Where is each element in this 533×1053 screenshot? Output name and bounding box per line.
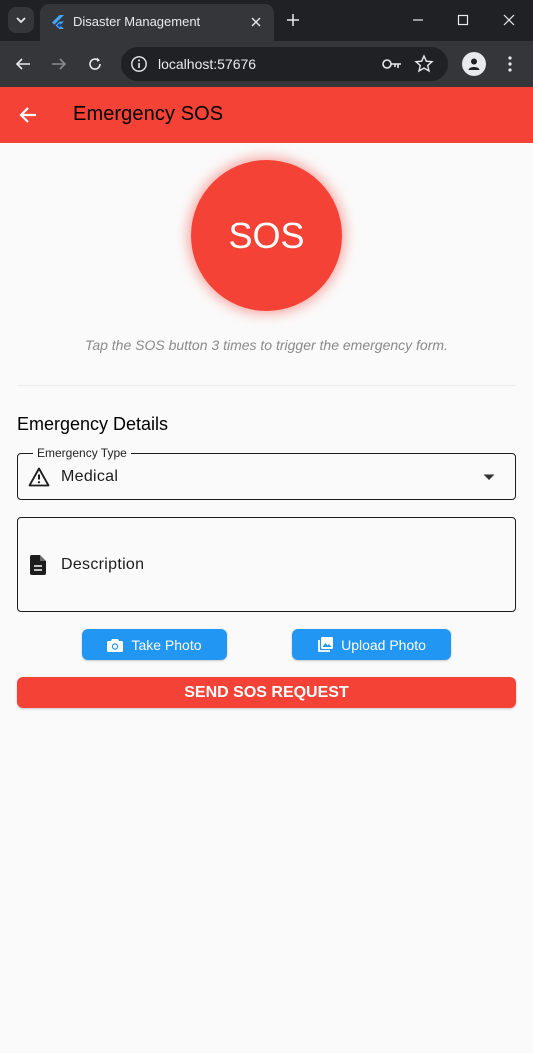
password-key-icon[interactable] bbox=[381, 55, 403, 73]
flutter-favicon-icon bbox=[52, 15, 64, 29]
tab-close-icon[interactable] bbox=[246, 12, 266, 32]
profile-avatar-icon[interactable] bbox=[462, 52, 486, 76]
browser-titlebar: Disaster Management bbox=[0, 0, 533, 41]
browser-tab[interactable]: Disaster Management bbox=[40, 4, 274, 41]
page-title: Emergency SOS bbox=[73, 103, 224, 125]
browser-menu-icon[interactable] bbox=[500, 52, 520, 76]
warning-icon bbox=[27, 465, 51, 489]
sos-button[interactable]: SOS bbox=[191, 160, 342, 311]
camera-icon bbox=[107, 638, 124, 652]
tab-title: Disaster Management bbox=[73, 14, 201, 29]
minimize-icon[interactable] bbox=[405, 8, 431, 32]
maximize-icon[interactable] bbox=[450, 8, 476, 32]
chevron-down-icon bbox=[16, 17, 26, 24]
new-tab-icon[interactable] bbox=[283, 10, 303, 30]
divider bbox=[17, 385, 516, 386]
upload-photo-label: Upload Photo bbox=[341, 636, 426, 653]
upload-photo-button[interactable]: Upload Photo bbox=[292, 629, 451, 660]
forward-nav-icon[interactable] bbox=[47, 52, 71, 76]
take-photo-button[interactable]: Take Photo bbox=[82, 629, 227, 660]
photo-library-icon bbox=[318, 636, 334, 652]
back-nav-icon[interactable] bbox=[11, 52, 35, 76]
site-info-icon[interactable] bbox=[130, 55, 148, 73]
window-close-icon[interactable] bbox=[496, 8, 522, 32]
app-bar: Emergency SOS bbox=[0, 87, 533, 143]
document-icon bbox=[26, 553, 50, 577]
description-field[interactable]: Description bbox=[17, 517, 516, 612]
sos-hint-text: Tap the SOS button 3 times to trigger th… bbox=[85, 337, 448, 353]
section-title: Emergency Details bbox=[17, 414, 169, 434]
emergency-type-value: Medical bbox=[61, 468, 119, 485]
address-bar[interactable]: localhost:57676 bbox=[121, 47, 448, 81]
emergency-type-label: Emergency Type bbox=[33, 446, 131, 460]
emergency-type-dropdown[interactable]: Emergency Type Medical bbox=[17, 446, 516, 500]
dropdown-arrow-icon[interactable] bbox=[479, 467, 499, 487]
description-placeholder: Description bbox=[61, 556, 145, 573]
send-sos-request-button[interactable]: SEND SOS REQUEST bbox=[17, 677, 516, 708]
take-photo-label: Take Photo bbox=[131, 636, 202, 653]
reload-icon[interactable] bbox=[83, 52, 107, 76]
bookmark-star-icon[interactable] bbox=[414, 54, 434, 74]
back-arrow-icon[interactable] bbox=[16, 103, 40, 127]
browser-toolbar: localhost:57676 bbox=[0, 41, 533, 87]
tab-search-button[interactable] bbox=[8, 7, 34, 33]
url-text[interactable]: localhost:57676 bbox=[158, 56, 256, 72]
app-viewport: Emergency SOS SOS Tap the SOS button 3 t… bbox=[0, 87, 533, 1053]
